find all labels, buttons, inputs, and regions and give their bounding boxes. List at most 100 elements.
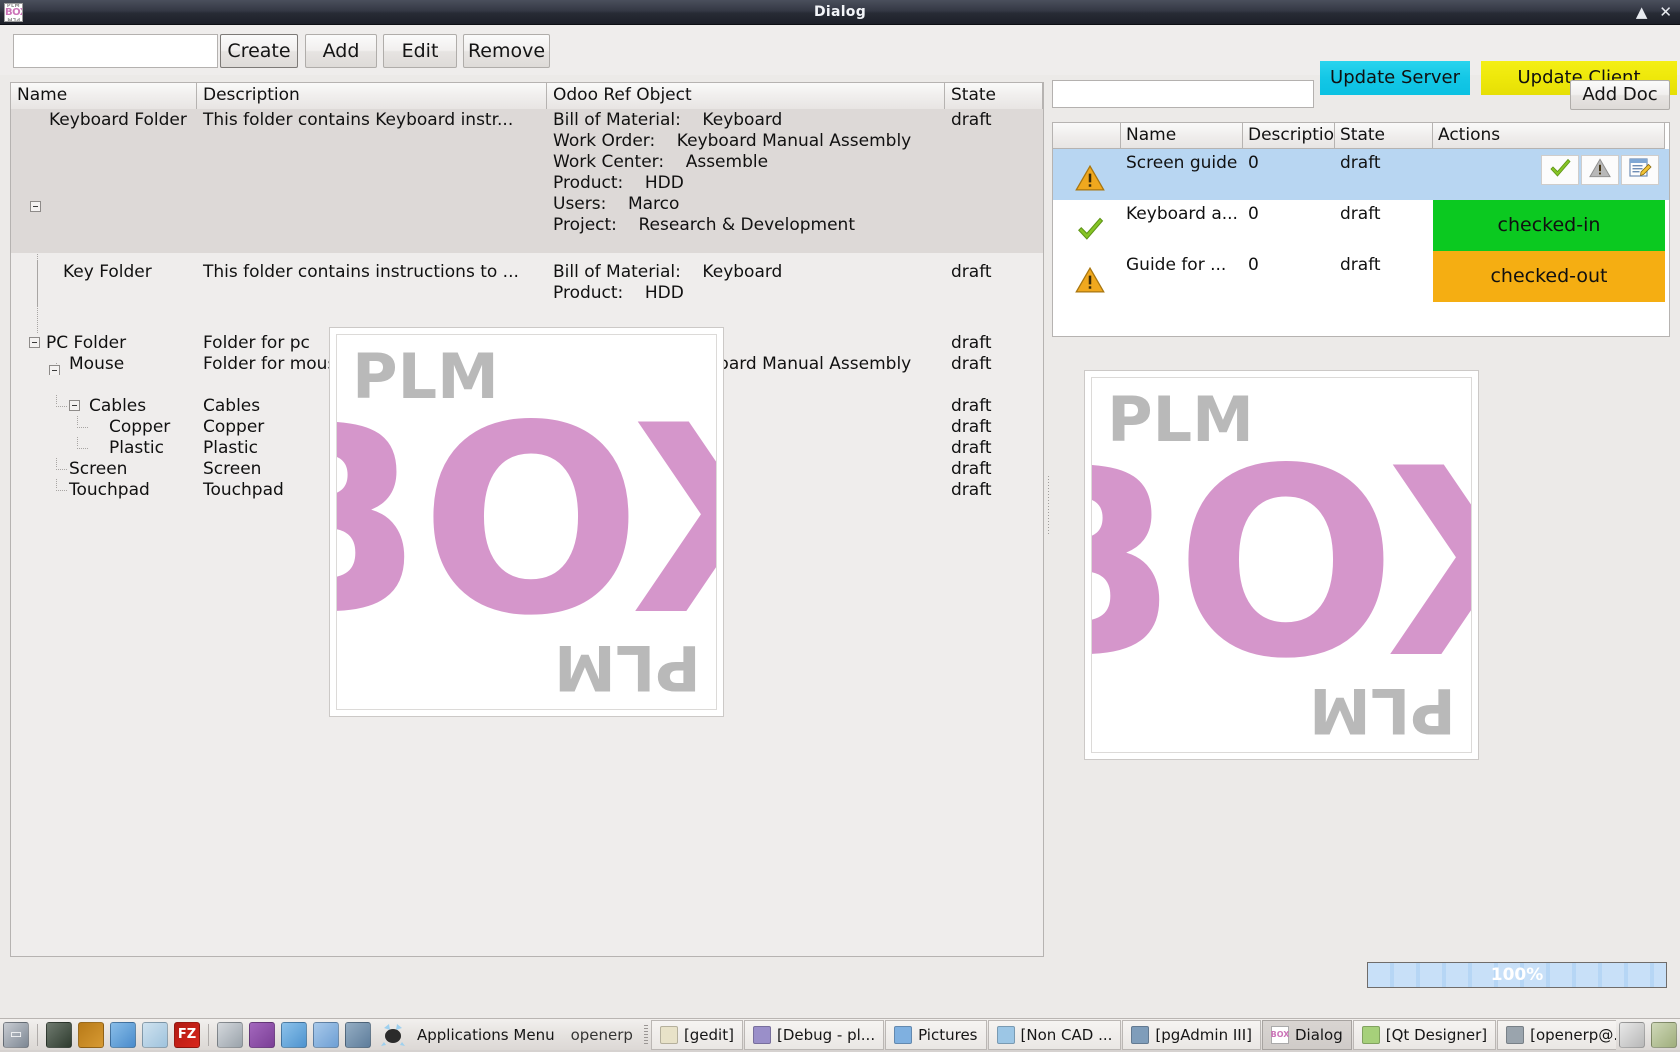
folder-name-input[interactable] (13, 34, 218, 68)
taskbar-task-qt-designer[interactable]: [Qt Designer] (1353, 1020, 1496, 1050)
taskbar-task-gedit[interactable]: [gedit] (651, 1020, 743, 1050)
tree-cell-name: Cables (11, 395, 197, 417)
tree-row-name: Plastic (109, 438, 164, 458)
doc-column-header-descriptio[interactable]: Descriptio (1243, 123, 1335, 149)
tree-expander-collapse-icon[interactable] (29, 337, 40, 348)
tree-cell-state: draft (945, 479, 1043, 501)
tree-cell-state: draft (945, 458, 1043, 480)
tree-row-name: Key Folder (63, 262, 152, 282)
warning-icon (1053, 149, 1121, 200)
taskbar-task-dialog[interactable]: BOXDialog (1262, 1020, 1352, 1050)
doc-column-header-name[interactable]: Name (1121, 123, 1243, 149)
tree-guide-line (56, 458, 57, 468)
desktop-taskbar: ▭ FZ Applications Menu openerp [gedit] [De… (0, 1018, 1680, 1050)
archive-manager-icon[interactable] (78, 1022, 104, 1048)
terminal-icon[interactable] (46, 1022, 72, 1048)
tree-cell-state: draft (945, 353, 1043, 375)
edit-button[interactable]: Edit (383, 34, 457, 68)
status-badge[interactable]: checked-in (1433, 200, 1665, 251)
pgadmin-icon (1131, 1026, 1149, 1044)
create-button[interactable]: Create (220, 34, 298, 68)
close-icon[interactable]: ✕ (1659, 5, 1672, 20)
odoo-ref-line: Work Center: Assemble (553, 152, 945, 173)
tree-guide-line (56, 490, 68, 491)
add-doc-button[interactable]: Add Doc (1570, 80, 1670, 110)
tree-column-header-description[interactable]: Description (197, 83, 547, 109)
documents-panel: Add Doc Name DescriptioState Actions Scree… (1052, 75, 1670, 957)
remove-button[interactable]: Remove (463, 34, 550, 68)
tree-cell-name: Screen (11, 458, 197, 480)
tree-body: Keyboard FolderThis folder contains Keyb… (11, 109, 1043, 956)
workspace-label[interactable]: openerp (563, 1026, 641, 1044)
tree-expander-collapse-icon[interactable] (69, 400, 80, 411)
taskbar-launchers: ▭ FZ (0, 1022, 374, 1048)
chromium-icon[interactable] (281, 1022, 307, 1048)
tree-cell-state: draft (945, 416, 1043, 438)
applications-menu-label[interactable]: Applications Menu (409, 1026, 563, 1044)
trash-icon[interactable] (1651, 1022, 1677, 1048)
panel-splitter[interactable] (1045, 82, 1052, 957)
web-browser-icon[interactable] (110, 1022, 136, 1048)
doc-row-name: Keyboard a... (1121, 200, 1243, 251)
doc-column-header-actions[interactable]: Actions (1433, 123, 1665, 149)
xfce-mouse-icon[interactable] (380, 1022, 406, 1048)
doc-column-header-status[interactable] (1053, 123, 1121, 149)
tree-expander-collapse-icon[interactable] (49, 365, 60, 375)
document-search-input[interactable] (1052, 80, 1314, 108)
taskbar-task-debug-pl[interactable]: [Debug - pl... (744, 1020, 884, 1050)
doc-column-header-state[interactable]: State (1335, 123, 1433, 149)
approve-button[interactable] (1541, 155, 1579, 185)
add-button[interactable]: Add (305, 34, 377, 68)
taskbar-task-label: [gedit] (684, 1026, 734, 1044)
tree-row[interactable]: Key FolderThis folder contains instructi… (11, 261, 1043, 307)
tree-row[interactable]: Keyboard FolderThis folder contains Keyb… (11, 109, 1043, 253)
taskbar-task-label: [openerp@... (1530, 1026, 1616, 1044)
tree-cell-state: draft (945, 332, 1043, 354)
file-manager-icon[interactable] (313, 1022, 339, 1048)
tree-guide-line (56, 395, 57, 405)
odoo-ref-line: Bill of Material: Keyboard (553, 262, 945, 283)
tree-row-name: Copper (109, 417, 170, 437)
doc-row-description: 0 (1243, 149, 1335, 200)
filezilla-icon[interactable]: FZ (174, 1022, 200, 1048)
doc-table-row[interactable]: Guide for ...0draftchecked-out (1053, 251, 1669, 302)
taskbar-task-pgadmin-iii[interactable]: [pgAdmin III] (1122, 1020, 1261, 1050)
doc-table-row[interactable]: Screen guide0draft (1053, 149, 1669, 200)
logo-bottom-text: PLM (352, 574, 701, 698)
edit-document-button[interactable] (1621, 155, 1659, 185)
tree-column-header-state[interactable]: State (945, 83, 1043, 109)
taskbar-tray (1616, 1022, 1680, 1048)
odoo-ref-line: Work Order: Keyboard Manual Assembly (553, 131, 945, 152)
doc-column-header-label: Name (1126, 125, 1176, 145)
taskbar-task-pictures[interactable]: Pictures (885, 1020, 986, 1050)
taskbar-task-list: [gedit] [Debug - pl...Pictures[Non CAD ..… (651, 1020, 1616, 1050)
tree-column-header-label: Odoo Ref Object (553, 85, 692, 105)
taskbar-task-openerp[interactable]: [openerp@... (1497, 1020, 1616, 1050)
warning-icon (1053, 251, 1121, 302)
tree-expander-collapse-icon[interactable] (30, 201, 41, 212)
minimize-icon[interactable]: ▲ (1636, 5, 1648, 20)
doc-table-row[interactable]: Keyboard a...0draftchecked-in (1053, 200, 1669, 251)
warn-button[interactable] (1581, 155, 1619, 185)
tree-column-header-label: Description (203, 85, 300, 105)
doc-column-header-label: State (1340, 125, 1385, 145)
media-player-icon[interactable] (249, 1022, 275, 1048)
taskbar-grip[interactable] (644, 1025, 648, 1045)
usb-device-icon[interactable] (1619, 1022, 1645, 1048)
tree-guide-line (77, 416, 78, 426)
doc-row-description: 0 (1243, 251, 1335, 302)
postgresql-icon[interactable] (345, 1022, 371, 1048)
screenshot-icon[interactable] (217, 1022, 243, 1048)
tree-row-name: Keyboard Folder (49, 110, 187, 130)
search-icon[interactable] (142, 1022, 168, 1048)
show-desktop-icon[interactable]: ▭ (3, 1022, 29, 1048)
tree-guide-line (56, 479, 57, 489)
tree-row-name: Screen (69, 459, 127, 479)
logo-bottom-text: PLM (1107, 617, 1456, 741)
tree-column-header-name[interactable]: Name (11, 83, 197, 109)
status-badge[interactable]: checked-out (1433, 251, 1665, 302)
folder-icon (894, 1026, 912, 1044)
taskbar-task-non-cad[interactable]: [Non CAD ... (988, 1020, 1122, 1050)
tree-column-header-odoo-ref-object[interactable]: Odoo Ref Object (547, 83, 945, 109)
odoo-ref-line: Bill of Material: Keyboard (553, 110, 945, 131)
